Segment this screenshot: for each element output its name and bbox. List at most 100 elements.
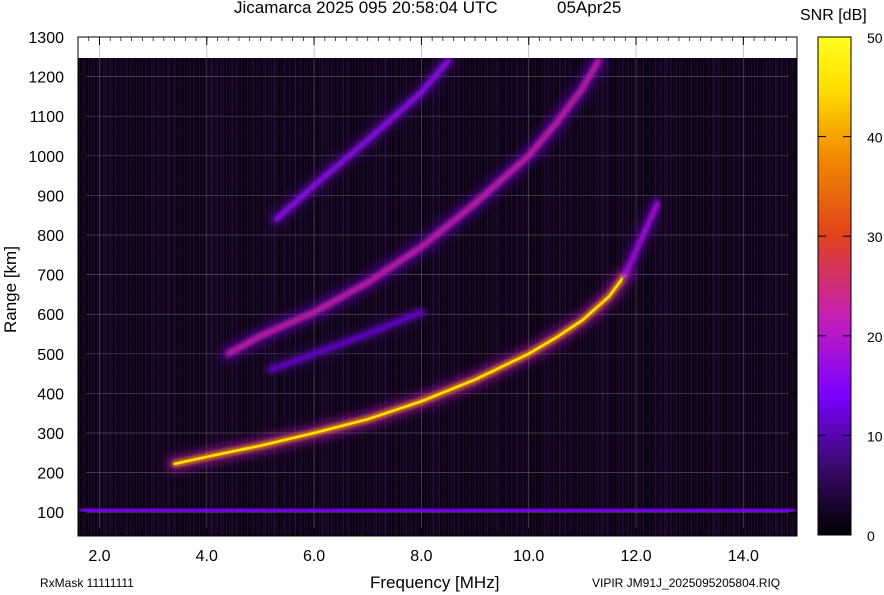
noise-streak	[490, 58, 493, 536]
trace-line	[79, 505, 796, 516]
noise-streak	[226, 58, 228, 536]
y-axis-title: Range [km]	[1, 246, 20, 333]
noise-streak	[109, 58, 112, 536]
footer-file: VIPIR JM91J_2025095205804.RIQ	[592, 576, 780, 590]
y-tick-label: 300	[37, 426, 64, 443]
noise-streak	[622, 58, 624, 536]
noise-streak	[643, 58, 644, 536]
x-axis-title: Frequency [MHz]	[370, 573, 499, 592]
noise-streak	[432, 58, 435, 536]
noise-streak	[485, 58, 488, 536]
noise-streak	[670, 58, 672, 536]
noise-streak	[300, 58, 301, 536]
noise-streak	[395, 58, 397, 536]
noise-streak	[506, 58, 508, 536]
noise-streak	[765, 58, 768, 536]
noise-streak	[400, 58, 402, 536]
noise-streak	[691, 58, 692, 536]
x-tick-label: 12.0	[620, 548, 651, 565]
noise-streak	[738, 58, 740, 536]
noise-streak	[633, 58, 634, 536]
noise-streak	[516, 58, 518, 536]
noise-streak	[146, 58, 147, 536]
noise-streak	[162, 58, 165, 536]
noise-streak	[664, 58, 667, 536]
y-tick-label: 1100	[30, 109, 65, 126]
colorbar-tick-label: 20	[867, 329, 883, 345]
noise-streak	[469, 58, 470, 536]
footer-rxmask: RxMask 11111111	[40, 576, 134, 590]
noise-streak	[564, 58, 566, 536]
noise-streak	[136, 58, 137, 536]
noise-streak	[321, 58, 324, 536]
noise-streak	[590, 58, 591, 536]
noise-streak	[511, 58, 513, 536]
noise-streak	[130, 58, 132, 536]
y-tick-label: 1300	[28, 30, 64, 47]
noise-streak	[104, 58, 107, 536]
noise-streak	[479, 58, 480, 536]
noise-streak	[442, 58, 445, 536]
noise-streak	[88, 58, 89, 536]
noise-streak	[580, 58, 581, 536]
y-tick-label: 200	[37, 466, 64, 483]
noise-streak	[675, 58, 677, 536]
noise-streak	[707, 58, 710, 536]
noise-streak	[273, 58, 276, 536]
noise-streak	[717, 58, 720, 536]
noise-streak	[728, 58, 730, 536]
noise-streak	[638, 58, 639, 536]
noise-streak	[358, 58, 359, 536]
noise-streak	[141, 58, 142, 536]
x-tick-label: 8.0	[410, 548, 432, 565]
x-tick-label: 6.0	[303, 548, 325, 565]
noise-streak	[257, 58, 258, 536]
noise-streak	[569, 58, 571, 536]
y-tick-label: 900	[37, 188, 64, 205]
noise-streak	[120, 58, 122, 536]
noise-streak	[263, 58, 266, 536]
noise-streak	[93, 58, 94, 536]
y-tick-label: 700	[37, 268, 64, 285]
noise-streak	[754, 58, 755, 536]
x-tick-label: 2.0	[88, 548, 110, 565]
noise-streak	[363, 58, 364, 536]
noise-streak	[696, 58, 697, 536]
noise-streak	[527, 58, 528, 536]
x-tick-label: 14.0	[728, 548, 759, 565]
colorbar-tick-label: 50	[867, 30, 883, 46]
noise-streak	[231, 58, 233, 536]
y-tick-label: 500	[37, 347, 64, 364]
y-tick-label: 400	[37, 386, 64, 403]
colorbar-tick-label: 40	[867, 130, 883, 146]
colorbar-title: SNR [dB]	[800, 7, 867, 24]
noise-streak	[268, 58, 271, 536]
noise-streak	[522, 58, 523, 536]
noise-streak	[247, 58, 248, 536]
noise-streak	[453, 58, 455, 536]
noise-streak	[115, 58, 117, 536]
colorbar-tick-label: 30	[867, 229, 883, 245]
noise-streak	[659, 58, 662, 536]
noise-streak	[781, 58, 783, 536]
noise-streak	[305, 58, 306, 536]
noise-streak	[495, 58, 498, 536]
noise-streak	[654, 58, 657, 536]
noise-streak	[310, 58, 311, 536]
noise-streak	[744, 58, 745, 536]
noise-streak	[411, 58, 412, 536]
noise-streak	[294, 58, 296, 536]
y-tick-label: 1200	[28, 70, 64, 87]
noise-streak	[701, 58, 702, 536]
x-tick-label: 10.0	[513, 548, 544, 565]
noise-streak	[125, 58, 127, 536]
noise-streak	[405, 58, 407, 536]
x-tick-label: 4.0	[196, 548, 218, 565]
noise-streak	[712, 58, 715, 536]
noise-streak	[749, 58, 750, 536]
noise-streak	[786, 58, 788, 536]
noise-streak	[458, 58, 460, 536]
noise-streak	[791, 58, 793, 536]
colorbar	[817, 36, 852, 536]
noise-streak	[252, 58, 253, 536]
